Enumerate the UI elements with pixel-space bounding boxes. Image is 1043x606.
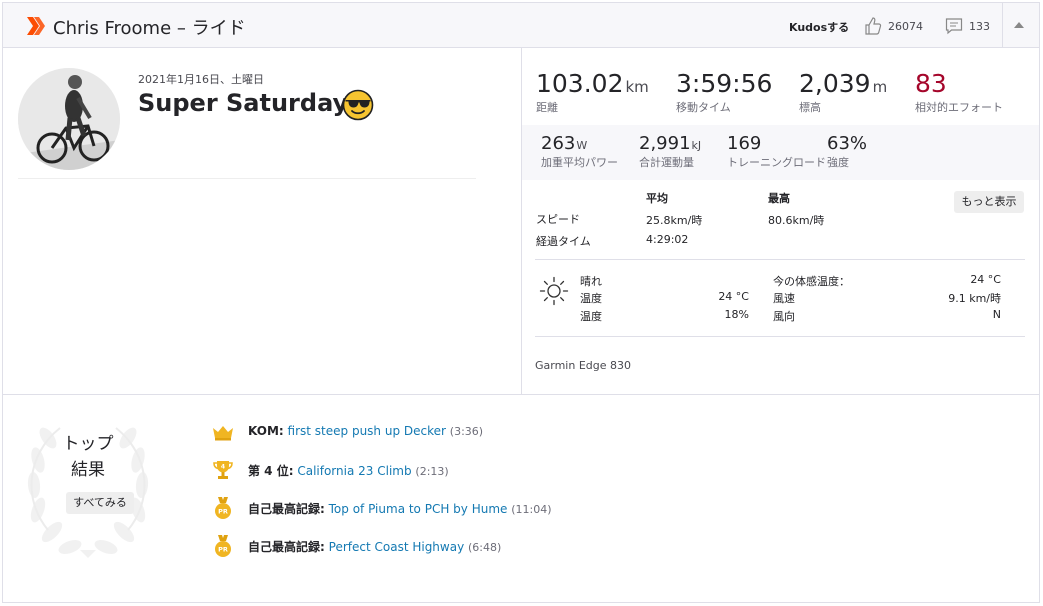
wind-direction-label: 風向: [773, 310, 795, 323]
stat-value: 2,991: [639, 133, 691, 154]
stat-value: 103.02: [536, 69, 624, 98]
activity-header: Chris Froome – ライド Kudosする 26074 133: [3, 3, 1039, 48]
see-all-button[interactable]: すべてみる: [66, 492, 134, 514]
segment-link[interactable]: Perfect Coast Highway: [329, 540, 465, 554]
comment-count[interactable]: 133: [969, 20, 990, 33]
stat-relative-effort[interactable]: 83 相対的エフォート: [915, 69, 1003, 115]
segment-time: (3:36): [449, 425, 484, 438]
humidity-label: 温度: [580, 310, 602, 323]
speed-max: 80.6km/時: [768, 214, 825, 227]
stat-label: 標高: [799, 101, 821, 114]
top-results-title-line2: 結果: [71, 460, 105, 480]
stat-value: 169: [727, 133, 762, 154]
segment-link[interactable]: first steep push up Decker: [288, 424, 446, 438]
device-name: Garmin Edge 830: [535, 359, 632, 372]
pr-medal-icon: PR: [215, 497, 231, 519]
weather-divider: [535, 336, 1025, 337]
activity-photo[interactable]: [18, 68, 120, 170]
stat-unit: W: [576, 139, 588, 152]
segment-time: (11:04): [511, 503, 552, 516]
pr-medal-icon: PR: [215, 535, 231, 557]
column-header-average: 平均: [646, 192, 668, 205]
segment-time: (2:13): [415, 465, 449, 478]
svg-text:PR: PR: [218, 546, 228, 554]
top-results-title: トップ 結果: [43, 431, 133, 483]
segment-time: (6:48): [468, 541, 502, 554]
stat-unit: kJ: [691, 139, 702, 152]
strava-chevron-icon: [27, 17, 45, 35]
stat-distance: 103.02 km 距離: [536, 69, 649, 115]
achievement-type: 第 4 位:: [248, 464, 294, 478]
segment-link[interactable]: California 23 Climb: [297, 464, 411, 478]
stat-weighted-power: 263W 加重平均パワー: [541, 133, 618, 170]
achievement-type: 自己最高記録:: [248, 502, 325, 516]
section-divider: [3, 394, 1039, 395]
wind-direction-value: N: [992, 308, 1001, 321]
achievement-type: KOM:: [248, 424, 284, 438]
thumbs-up-icon[interactable]: [863, 16, 883, 36]
stat-label: 距離: [536, 101, 558, 114]
feels-like-value: 24 °C: [970, 273, 1001, 286]
table-divider: [535, 259, 1025, 260]
sunglasses-emoji-icon: [342, 89, 374, 121]
comment-icon[interactable]: [945, 17, 963, 35]
svg-text:PR: PR: [218, 508, 228, 516]
activity-owner-title: Chris Froome – ライド: [53, 18, 246, 39]
stat-label: 加重平均パワー: [541, 156, 618, 169]
stat-label: トレーニングロード: [727, 156, 826, 169]
trophy-icon: 4: [213, 461, 233, 479]
activity-card: Chris Froome – ライド Kudosする 26074 133 202…: [2, 2, 1040, 603]
stat-moving-time: 3:59:56 移動タイム: [676, 69, 774, 115]
header-divider: [1002, 3, 1003, 48]
crown-icon: [213, 426, 233, 441]
wind-speed-label: 風速: [773, 292, 795, 305]
stat-label: 強度: [827, 156, 849, 169]
activity-title: Super Saturday: [138, 89, 349, 117]
stat-label: 移動タイム: [676, 101, 731, 114]
stat-value: 2,039: [799, 69, 871, 98]
activity-date: 2021年1月16日、土曜日: [138, 73, 264, 86]
top-results-title-line1: トップ: [62, 434, 114, 454]
stat-value: 63%: [827, 133, 868, 154]
humidity-value: 18%: [724, 308, 749, 321]
stat-elevation: 2,039 m 標高: [799, 69, 887, 115]
collapse-caret-icon[interactable]: [1014, 22, 1024, 28]
sunny-weather-icon: [539, 276, 569, 306]
weather-condition: 晴れ: [580, 275, 602, 288]
stat-label: 合計運動量: [639, 156, 694, 169]
temperature-label: 温度: [580, 292, 602, 305]
give-kudos-button[interactable]: Kudosする: [789, 19, 849, 35]
stat-unit: km: [625, 78, 649, 96]
stat-training-load: 169 トレーニングロード: [727, 133, 826, 170]
stat-label: 相対的エフォート: [915, 101, 1003, 114]
elapsed-time-value: 4:29:02: [646, 233, 689, 246]
kudos-count[interactable]: 26074: [888, 20, 923, 33]
wind-speed-value: 9.1 km/時: [948, 292, 1001, 305]
speed-average: 25.8km/時: [646, 214, 703, 227]
achievement-type: 自己最高記録:: [248, 540, 325, 554]
column-header-max: 最高: [768, 192, 790, 205]
stat-value: 263: [541, 133, 576, 154]
stat-value: 3:59:56: [676, 69, 773, 98]
stat-total-work: 2,991kJ 合計運動量: [639, 133, 701, 170]
stat-value: 83: [915, 69, 947, 98]
stat-unit: m: [872, 78, 888, 96]
show-more-button[interactable]: もっと表示: [954, 191, 1024, 213]
segment-link[interactable]: Top of Piuma to PCH by Hume: [329, 502, 508, 516]
left-divider: [18, 178, 476, 179]
row-label-speed: スピード: [536, 213, 580, 226]
svg-text:4: 4: [221, 464, 225, 471]
column-divider: [521, 48, 522, 394]
stat-intensity: 63% 強度: [827, 133, 867, 170]
row-label-elapsed-time: 経過タイム: [536, 235, 591, 248]
cyclist-photo-icon: [18, 68, 120, 170]
feels-like-label: 今の体感温度：: [773, 275, 850, 288]
temperature-value: 24 °C: [718, 290, 749, 303]
